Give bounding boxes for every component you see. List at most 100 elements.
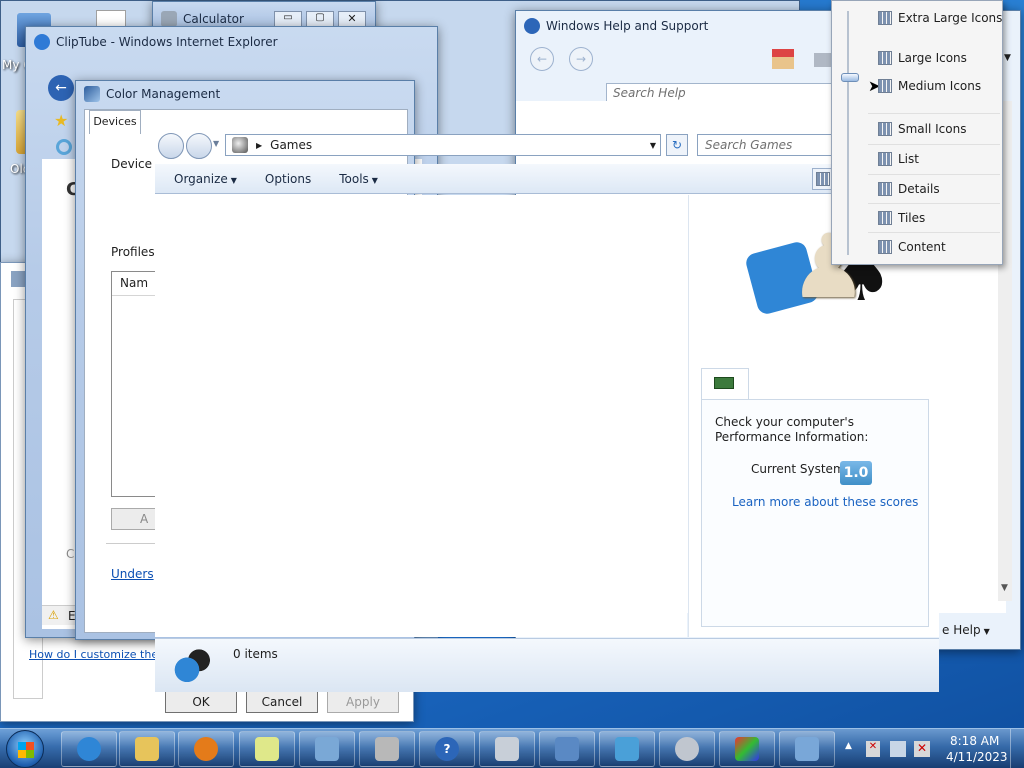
back-button[interactable]: ←	[530, 47, 554, 71]
remote-desktop-icon	[555, 737, 579, 761]
customize-taskbar-link[interactable]: How do I customize the t	[29, 648, 166, 661]
score-badge: 1.0	[840, 461, 872, 485]
view-small-icons-label: Small Icons	[898, 122, 967, 136]
taskbar-remote-button[interactable]	[539, 731, 595, 767]
small-icons-icon	[878, 122, 892, 136]
view-extra-large-icons[interactable]: Extra Large Icons	[878, 7, 1002, 29]
favorites-star-icon[interactable]: ★	[54, 111, 68, 130]
help-title: Windows Help and Support	[546, 19, 709, 33]
content-icon	[878, 240, 892, 254]
color-management-titlebar[interactable]: Color Management	[76, 81, 414, 107]
large-icons-icon	[878, 51, 892, 65]
help-search-input[interactable]: Search Help	[606, 83, 836, 103]
control-panel-icon	[615, 737, 639, 761]
view-medium-icons[interactable]: Medium Icons	[878, 75, 981, 97]
calculator-app-icon	[161, 11, 177, 27]
ie-back-button[interactable]: ←	[48, 75, 74, 101]
learn-scores-link[interactable]: Learn more about these scores	[732, 495, 918, 509]
taskbar-help-button[interactable]: ?	[419, 731, 475, 767]
understanding-link[interactable]: Unders	[111, 567, 154, 581]
games-content-pane[interactable]	[155, 195, 687, 637]
view-large-icons[interactable]: Large Icons	[878, 47, 967, 69]
tab-devices-label: Devices	[93, 115, 137, 128]
clock-date[interactable]: 4/11/2023	[946, 750, 1008, 764]
performance-monitor-icon	[714, 377, 734, 389]
view-details[interactable]: Details	[878, 178, 940, 200]
nav-forward-button[interactable]	[186, 133, 212, 159]
games-details-icon	[173, 647, 213, 685]
games-folder-icon	[232, 137, 248, 153]
list-icon	[878, 152, 892, 166]
taskbar-app-button[interactable]	[299, 731, 355, 767]
home-icon[interactable]	[772, 49, 794, 69]
details-pane: 0 items	[155, 638, 939, 692]
view-slider-track[interactable]	[847, 11, 849, 255]
start-button[interactable]	[6, 730, 44, 768]
view-menu-separator	[868, 144, 1000, 145]
ie-icon	[77, 737, 101, 761]
apply-button[interactable]: Apply	[327, 691, 399, 713]
cliptube-titlebar[interactable]: ClipTube - Windows Internet Explorer	[26, 27, 437, 57]
taskbar-explorer-button[interactable]	[119, 731, 175, 767]
options-button[interactable]: Options	[256, 169, 320, 189]
address-bar[interactable]: ▶ Games ▼	[225, 134, 661, 156]
refresh-button[interactable]: ↻	[666, 134, 688, 156]
nav-back-button[interactable]	[158, 133, 184, 159]
network-tray-icon[interactable]	[890, 741, 906, 757]
view-menu-separator	[868, 174, 1000, 175]
volume-muted-icon[interactable]: ✕	[914, 741, 930, 757]
recent-pages-chevron-icon[interactable]: ▼	[213, 139, 219, 148]
cancel-label: Cancel	[261, 695, 303, 709]
perf-text: Check your computer's Performance Inform…	[715, 415, 869, 444]
device-label: Device	[111, 157, 153, 171]
view-slider-thumb[interactable]	[841, 73, 859, 82]
ok-label: OK	[192, 695, 210, 709]
add-profile-button[interactable]: A	[111, 508, 161, 530]
show-desktop-button[interactable]	[1010, 729, 1024, 768]
taskbar-sound-button[interactable]	[659, 731, 715, 767]
breadcrumb-games[interactable]: Games	[270, 138, 312, 152]
view-tiles[interactable]: Tiles	[878, 207, 925, 229]
forward-button[interactable]: →	[569, 47, 593, 71]
view-list[interactable]: List	[878, 148, 919, 170]
view-menu-separator	[868, 113, 1000, 114]
taskbar-server-button[interactable]	[359, 731, 415, 767]
perf-tab[interactable]	[701, 368, 749, 400]
print-icon[interactable]	[814, 53, 832, 67]
paper-plane-icon	[315, 737, 339, 761]
taskbar-color-mgmt-button[interactable]	[719, 731, 775, 767]
view-menu-separator	[868, 203, 1000, 204]
organize-button[interactable]: Organize ▼	[165, 169, 246, 189]
view-extra-large-icons-label: Extra Large Icons	[898, 11, 1003, 25]
view-details-label: Details	[898, 182, 940, 196]
item-count: 0 items	[233, 647, 278, 661]
calculator-title: Calculator	[183, 12, 244, 26]
action-center-icon[interactable]: ✕	[866, 741, 880, 757]
help-scroll-down-icon[interactable]: ▼	[1001, 583, 1008, 593]
taskbar-sticky-notes-button[interactable]	[239, 731, 295, 767]
breadcrumb-separator-icon[interactable]: ▶	[256, 141, 262, 150]
taskbar-calculator-button[interactable]	[479, 731, 535, 767]
taskbar-games-button[interactable]	[779, 731, 835, 767]
ie-tab-icon[interactable]	[56, 139, 72, 155]
show-hidden-icons-chevron-icon[interactable]: ▲	[845, 741, 852, 751]
calculator-icon	[495, 737, 519, 761]
windows-logo-icon	[18, 742, 34, 758]
options-dropdown-icon[interactable]: ▼	[1004, 53, 1011, 63]
warning-icon: ⚠	[48, 608, 59, 622]
cancel-button[interactable]: Cancel	[246, 691, 318, 713]
medium-icons-icon	[878, 79, 892, 93]
clock-time[interactable]: 8:18 AM	[950, 734, 999, 748]
taskbar-ie-button[interactable]	[61, 731, 117, 767]
view-content-label: Content	[898, 240, 946, 254]
view-content[interactable]: Content	[878, 236, 946, 258]
view-small-icons[interactable]: Small Icons	[878, 118, 966, 140]
tab-devices[interactable]: Devices	[89, 110, 141, 134]
address-dropdown-icon[interactable]: ▼	[650, 141, 656, 150]
ok-button[interactable]: OK	[165, 691, 237, 713]
ask-help-label: e Help	[942, 623, 981, 637]
ask-help-button[interactable]: e Help ▼	[942, 623, 990, 637]
taskbar-control-panel-button[interactable]	[599, 731, 655, 767]
taskbar-media-button[interactable]	[178, 731, 234, 767]
tools-button[interactable]: Tools ▼	[330, 169, 387, 189]
